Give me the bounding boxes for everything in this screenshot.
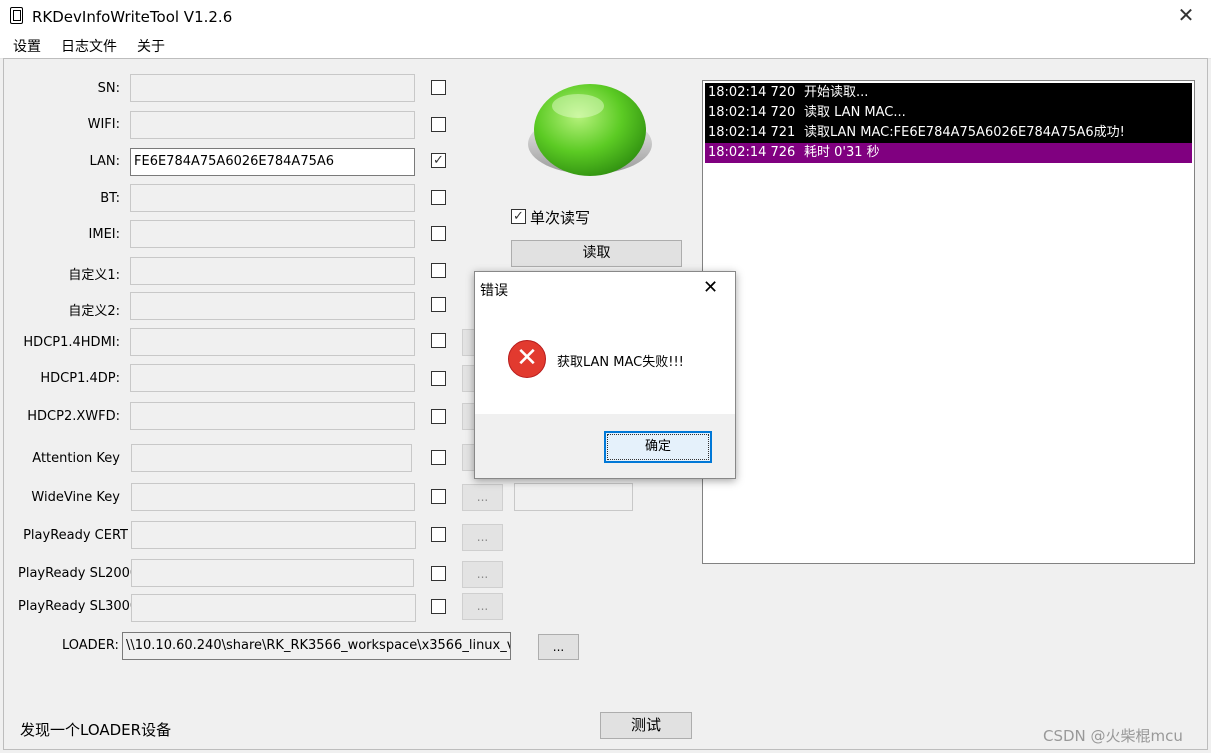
dialog-message: 获取LAN MAC失败!!! xyxy=(557,355,684,370)
window-title: RKDevInfoWriteTool V1.2.6 xyxy=(32,8,233,26)
field-input-wifi[interactable] xyxy=(130,111,415,139)
browse-button-playready-sl3000[interactable]: ... xyxy=(462,593,503,620)
dialog-ok-button[interactable]: 确定 xyxy=(604,431,712,463)
field-input-widevine-key[interactable] xyxy=(131,483,415,511)
browse-button-widevine-key[interactable]: ... xyxy=(462,484,503,511)
loader-label: LOADER: xyxy=(62,638,119,653)
field-label-custom2: 自定义2: xyxy=(68,304,120,319)
single-rw-label: 单次读写 xyxy=(530,209,591,227)
field-checkbox-lan[interactable]: ✓ xyxy=(431,153,446,168)
field-input-sn[interactable] xyxy=(130,74,415,102)
field-label-hdcp14hdmi: HDCP1.4HDMI: xyxy=(23,335,120,350)
field-checkbox-bt[interactable] xyxy=(431,190,446,205)
menu-settings[interactable]: 设置 xyxy=(13,36,41,56)
log-message: 开始读取... xyxy=(804,85,869,100)
field-input-imei[interactable] xyxy=(130,220,415,248)
error-dialog: 错误 ✕ ✕ 获取LAN MAC失败!!! 确定 xyxy=(474,271,736,479)
menu-about[interactable]: 关于 xyxy=(137,36,165,56)
field-label-hdcp14dp: HDCP1.4DP: xyxy=(40,371,120,386)
field-checkbox-sn[interactable] xyxy=(431,80,446,95)
log-row-highlight: 18:02:14 726 耗时 0'31 秒 xyxy=(705,143,1192,163)
field-checkbox-attention-key[interactable] xyxy=(431,450,446,465)
field-checkbox-hdcp2xwfd[interactable] xyxy=(431,409,446,424)
field-checkbox-custom1[interactable] xyxy=(431,263,446,278)
menu-bar xyxy=(0,33,1211,59)
log-time: 18:02:14 726 xyxy=(708,145,796,160)
field-label-lan: LAN: xyxy=(89,154,120,169)
dialog-close-icon[interactable]: ✕ xyxy=(703,278,718,298)
browse-button-playready-sl2000[interactable]: ... xyxy=(462,561,503,588)
field-label-playready-sl2000: PlayReady SL2000 xyxy=(18,566,139,581)
log-message: 耗时 0'31 秒 xyxy=(804,145,880,160)
log-time: 18:02:14 720 xyxy=(708,105,796,120)
field-input-lan[interactable]: FE6E784A75A6026E784A75A6 xyxy=(130,148,415,176)
loader-path-input[interactable]: \\10.10.60.240\share\RK_RK3566_workspace… xyxy=(122,632,511,660)
field-input-playready-cert[interactable] xyxy=(131,521,416,549)
field-label-wifi: WIFI: xyxy=(87,117,120,132)
log-panel: 18:02:14 720 开始读取... 18:02:14 720 读取 LAN… xyxy=(702,80,1195,564)
field-input-bt[interactable] xyxy=(130,184,415,212)
log-row: 18:02:14 720 开始读取... xyxy=(705,83,1192,103)
log-time: 18:02:14 721 xyxy=(708,125,796,140)
field-input-custom1[interactable] xyxy=(130,257,415,285)
field-label-playready-cert: PlayReady CERT xyxy=(23,528,128,543)
field-label-sn: SN: xyxy=(97,81,120,96)
field-checkbox-hdcp14hdmi[interactable] xyxy=(431,333,446,348)
watermark: CSDN @火柴棍mcu xyxy=(1043,727,1183,745)
single-rw-checkbox[interactable]: ✓ xyxy=(511,209,526,224)
field-label-imei: IMEI: xyxy=(88,227,120,242)
field-checkbox-wifi[interactable] xyxy=(431,117,446,132)
read-button[interactable]: 读取 xyxy=(511,240,682,267)
field-input-hdcp14dp[interactable] xyxy=(130,364,415,392)
field-checkbox-playready-sl2000[interactable] xyxy=(431,566,446,581)
log-row: 18:02:14 721 读取LAN MAC:FE6E784A75A6026E7… xyxy=(705,123,1192,143)
field-checkbox-playready-sl3000[interactable] xyxy=(431,599,446,614)
field-input-playready-sl2000[interactable] xyxy=(131,559,414,587)
dialog-title: 错误 xyxy=(480,283,508,299)
start-button[interactable] xyxy=(526,72,656,182)
browse-button-playready-cert[interactable]: ... xyxy=(462,524,503,551)
field-input-custom2[interactable] xyxy=(130,292,415,320)
loader-browse-button[interactable]: ... xyxy=(538,634,579,660)
field-label-attention-key: Attention Key xyxy=(32,451,120,466)
field-checkbox-custom2[interactable] xyxy=(431,297,446,312)
field-label-widevine-key: WideVine Key xyxy=(31,490,120,505)
field-input-attention-key[interactable] xyxy=(131,444,412,472)
field-input-hdcp14hdmi[interactable] xyxy=(130,328,415,356)
widevine-extra-field[interactable] xyxy=(514,483,633,511)
log-message: 读取 LAN MAC... xyxy=(804,105,906,120)
field-input-hdcp2xwfd[interactable] xyxy=(130,402,415,430)
field-label-custom1: 自定义1: xyxy=(68,268,120,283)
status-text: 发现一个LOADER设备 xyxy=(20,721,172,739)
field-label-playready-sl3000: PlayReady SL3000 xyxy=(18,599,139,614)
log-message: 读取LAN MAC:FE6E784A75A6026E784A75A6成功! xyxy=(804,125,1125,140)
field-label-hdcp2xwfd: HDCP2.XWFD: xyxy=(27,409,120,424)
window-close-icon[interactable]: ✕ xyxy=(1176,5,1196,25)
field-checkbox-hdcp14dp[interactable] xyxy=(431,371,446,386)
field-checkbox-widevine-key[interactable] xyxy=(431,489,446,504)
field-label-bt: BT: xyxy=(100,191,120,206)
field-checkbox-playready-cert[interactable] xyxy=(431,527,446,542)
button-highlight-shape xyxy=(552,94,604,118)
field-input-playready-sl3000[interactable] xyxy=(131,594,416,622)
test-button[interactable]: 测试 xyxy=(600,712,692,739)
error-icon: ✕ xyxy=(508,340,546,378)
field-checkbox-imei[interactable] xyxy=(431,226,446,241)
menu-log-file[interactable]: 日志文件 xyxy=(61,36,117,56)
log-time: 18:02:14 720 xyxy=(708,85,796,100)
app-icon xyxy=(10,7,23,24)
log-row: 18:02:14 720 读取 LAN MAC... xyxy=(705,103,1192,123)
